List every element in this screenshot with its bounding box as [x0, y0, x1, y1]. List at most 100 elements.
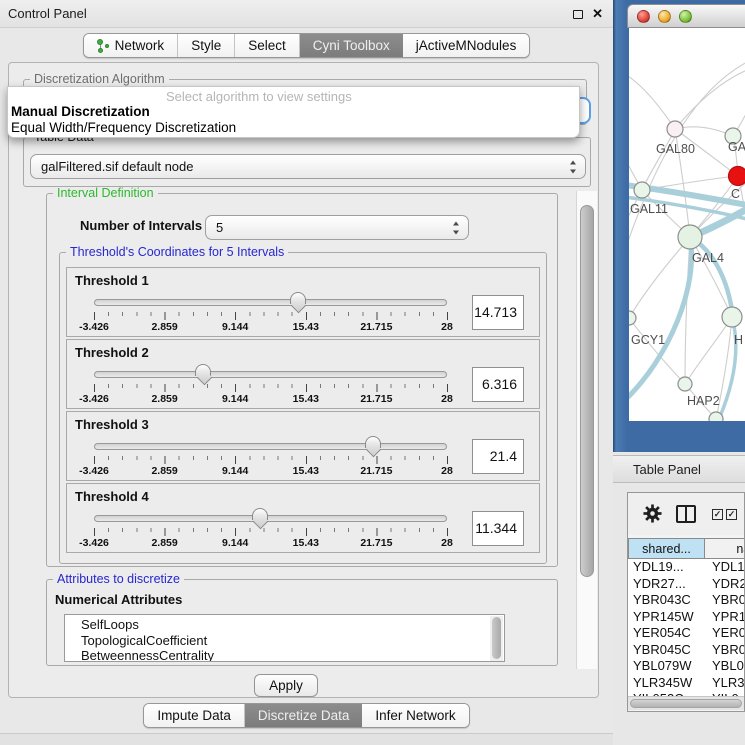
table-row[interactable]: YDL19...YDL1	[628, 559, 745, 576]
column-header-name[interactable]: name	[705, 538, 745, 559]
attribute-list-item[interactable]: BetweennessCentrality	[81, 648, 504, 662]
table-cell[interactable]: YDR2	[705, 576, 745, 593]
tick-label: 9.144	[222, 537, 248, 549]
slider-handle[interactable]	[365, 436, 381, 448]
network-edge[interactable]	[629, 74, 675, 129]
horizontal-scrollbar-thumb[interactable]	[630, 699, 742, 708]
table-cell[interactable]: YBR045C	[628, 642, 705, 659]
network-node[interactable]	[634, 182, 650, 198]
algorithm-placeholder: Select algorithm to view settings	[166, 89, 352, 104]
network-edge[interactable]	[690, 237, 732, 317]
table-cell[interactable]: YER054C	[628, 625, 705, 642]
threshold-value-field[interactable]: 11.344	[472, 511, 524, 546]
tab-impute-data[interactable]: Impute Data	[144, 704, 245, 727]
close-icon[interactable]: ✕	[592, 9, 603, 19]
tab-select[interactable]: Select	[235, 34, 300, 57]
number-of-intervals-combobox[interactable]: 5	[205, 215, 469, 240]
tab-infer-network[interactable]: Infer Network	[362, 704, 468, 727]
tab-jactivemnodules[interactable]: jActiveMNodules	[403, 34, 530, 57]
footer-strip	[0, 733, 613, 745]
network-node[interactable]	[678, 377, 692, 391]
slider-tick-labels: -3.4262.8599.14415.4321.71528	[94, 537, 448, 549]
table-cell[interactable]: YBR0	[705, 642, 745, 659]
threshold-value-field[interactable]: 21.4	[472, 439, 524, 474]
float-window-icon[interactable]	[573, 10, 583, 19]
slider-track[interactable]	[94, 443, 447, 450]
table-row[interactable]: YPR145WYPR1	[628, 609, 745, 626]
slider-handle[interactable]	[195, 364, 211, 376]
slider-track[interactable]	[94, 371, 447, 378]
split-columns-icon[interactable]	[676, 505, 696, 523]
attribute-list-item[interactable]: SelfLoops	[81, 617, 504, 633]
tick-label: 9.144	[222, 465, 248, 477]
slider-track[interactable]	[94, 299, 447, 306]
tab-network[interactable]: Network	[84, 34, 179, 57]
slider-track[interactable]	[94, 515, 447, 522]
table-cell[interactable]: YBR0	[705, 592, 745, 609]
table-horizontal-scrollbar[interactable]	[628, 696, 745, 710]
threshold-value-field[interactable]: 14.713	[472, 295, 524, 330]
interval-definition-group: Interval Definition Number of Intervals …	[46, 193, 558, 567]
table-cell[interactable]: YPR145W	[628, 609, 705, 626]
list-scrollbar[interactable]	[490, 616, 503, 662]
table-row[interactable]: YER054CYER0	[628, 625, 745, 642]
threshold-value-field[interactable]: 6.316	[472, 367, 524, 402]
table-cell[interactable]: YER0	[705, 625, 745, 642]
network-node[interactable]	[667, 121, 683, 137]
tick-label: 15.43	[293, 393, 319, 405]
network-node[interactable]	[722, 307, 742, 327]
network-edge-highlighted[interactable]	[629, 237, 692, 400]
tab-style[interactable]: Style	[178, 34, 235, 57]
table-row[interactable]: YBR045CYBR0	[628, 642, 745, 659]
column-header-shared-name[interactable]: shared...	[628, 538, 705, 559]
tick-label: 15.43	[293, 465, 319, 477]
table-cell[interactable]: YBL0	[705, 658, 745, 675]
table-data-group: Table Data galFiltered.sif default node	[23, 137, 591, 187]
table-cell[interactable]: YBL079W	[628, 658, 705, 675]
panel-vertical-scrollbar[interactable]	[576, 191, 597, 669]
slider-handle[interactable]	[252, 508, 268, 520]
table-row[interactable]: YLR345WYLR3	[628, 675, 745, 692]
close-traffic-light[interactable]	[637, 10, 650, 23]
list-scrollbar-thumb[interactable]	[492, 617, 501, 659]
table-cell[interactable]: YLR345W	[628, 675, 705, 692]
table-row[interactable]: YBR043CYBR0	[628, 592, 745, 609]
network-node-label: GAL80	[656, 142, 695, 156]
table-row[interactable]: YBL079WYBL0	[628, 658, 745, 675]
network-canvas[interactable]: GAL80GACGAL11GAL4GCY1HHAP2	[629, 28, 745, 421]
attribute-list-item[interactable]: TopologicalCoefficient	[81, 633, 504, 649]
checkbox-icon[interactable]: ✓	[712, 509, 723, 520]
dropdown-option-manual[interactable]: Manual Discretization	[11, 104, 150, 119]
network-node[interactable]	[709, 412, 723, 421]
table-rows: YDL19...YDL1YDR27...YDR2YBR043CYBR0YPR14…	[628, 559, 745, 696]
tick-label: -3.426	[79, 537, 109, 549]
thresholds-group-title: Threshold's Coordinates for 5 Intervals	[66, 245, 288, 259]
table-cell[interactable]: YDL1	[705, 559, 745, 576]
table-cell[interactable]: YDL19...	[628, 559, 705, 576]
slider-handle[interactable]	[290, 292, 306, 304]
threshold-label: Threshold 1	[75, 273, 149, 288]
network-edge[interactable]	[675, 127, 733, 136]
zoom-traffic-light[interactable]	[679, 10, 692, 23]
network-node[interactable]	[678, 225, 702, 249]
minimize-traffic-light[interactable]	[658, 10, 671, 23]
table-data-combobox[interactable]: galFiltered.sif default node	[30, 154, 586, 179]
tick-label: 28	[441, 393, 453, 405]
checkbox-icon[interactable]: ✓	[726, 509, 737, 520]
tab-cyni-toolbox[interactable]: Cyni Toolbox	[300, 34, 403, 57]
network-node[interactable]	[629, 311, 636, 325]
table-cell[interactable]: YBR043C	[628, 592, 705, 609]
apply-button[interactable]: Apply	[254, 674, 318, 697]
table-cell[interactable]: YPR1	[705, 609, 745, 626]
scrollbar-thumb[interactable]	[580, 205, 594, 577]
table-row[interactable]: YDR27...YDR2	[628, 576, 745, 593]
tab-discretize-data[interactable]: Discretize Data	[245, 704, 363, 727]
tick-label: -3.426	[79, 465, 109, 477]
network-edge[interactable]	[642, 129, 675, 190]
slider-tick-labels: -3.4262.8599.14415.4321.71528	[94, 465, 448, 477]
network-node[interactable]	[729, 167, 745, 186]
table-cell[interactable]: YLR3	[705, 675, 745, 692]
table-cell[interactable]: YDR27...	[628, 576, 705, 593]
dropdown-option-equal-width[interactable]: Equal Width/Frequency Discretization	[11, 120, 236, 135]
settings-gear-icon[interactable]	[643, 504, 662, 523]
